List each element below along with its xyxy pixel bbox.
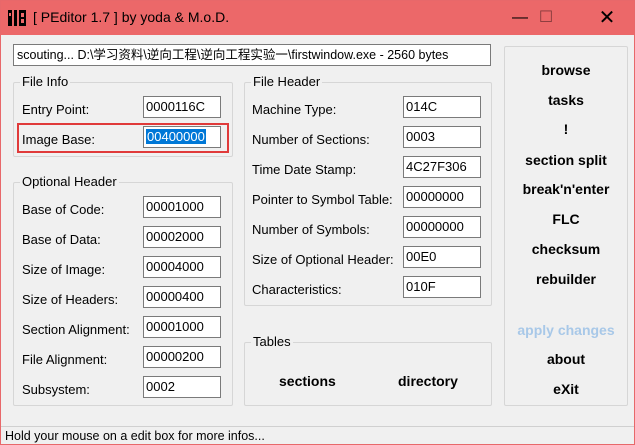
rebuilder-button[interactable]: rebuilder — [504, 270, 628, 288]
time-date-stamp-field[interactable]: 4C27F306 — [403, 156, 481, 178]
section-split-button[interactable]: section split — [504, 151, 628, 169]
peditor-window: [ PEditor 1.7 ] by yoda & M.o.D. — ☐ ✕ s… — [0, 0, 635, 445]
checksum-button[interactable]: checksum — [504, 240, 628, 258]
characteristics-label: Characteristics: — [252, 282, 342, 297]
browse-button[interactable]: browse — [504, 61, 628, 79]
file-info-title: File Info — [20, 74, 71, 90]
image-base-highlight — [17, 123, 229, 153]
title-bar[interactable]: [ PEditor 1.7 ] by yoda & M.o.D. — ☐ ✕ — [1, 1, 634, 35]
sections-button[interactable]: sections — [279, 372, 336, 390]
size-of-optional-header-field[interactable]: 00E0 — [403, 246, 481, 268]
base-of-code-label: Base of Code: — [22, 202, 105, 217]
optional-header-title: Optional Header — [20, 174, 119, 190]
base-of-code-field[interactable]: 00001000 — [143, 196, 221, 218]
size-of-optional-header-label: Size of Optional Header: — [252, 252, 394, 267]
entry-point-label: Entry Point: — [22, 102, 90, 117]
base-of-data-label: Base of Data: — [22, 232, 101, 247]
pointer-to-symbol-table-label: Pointer to Symbol Table: — [252, 192, 393, 207]
number-of-symbols-label: Number of Symbols: — [252, 222, 370, 237]
size-of-image-label: Size of Image: — [22, 262, 106, 277]
close-button[interactable]: ✕ — [584, 1, 630, 35]
size-of-headers-label: Size of Headers: — [22, 292, 119, 307]
machine-type-field[interactable]: 014C — [403, 96, 481, 118]
time-date-stamp-label: Time Date Stamp: — [252, 162, 357, 177]
file-alignment-label: File Alignment: — [22, 352, 108, 367]
tasks-button[interactable]: tasks — [504, 91, 628, 109]
section-alignment-field[interactable]: 00001000 — [143, 316, 221, 338]
size-of-image-field[interactable]: 00004000 — [143, 256, 221, 278]
section-alignment-label: Section Alignment: — [22, 322, 130, 337]
machine-type-label: Machine Type: — [252, 102, 337, 117]
exit-button[interactable]: eXit — [504, 380, 628, 398]
apply-changes-button[interactable]: apply changes — [504, 321, 628, 339]
break-n-enter-button[interactable]: break'n'enter — [504, 180, 628, 198]
entry-point-field[interactable]: 0000116C — [143, 96, 221, 118]
bang-button[interactable]: ! — [504, 120, 628, 138]
about-button[interactable]: about — [504, 350, 628, 368]
peditor-app-icon — [8, 10, 26, 26]
file-path-field[interactable]: scouting... D:\学习资料\逆向工程\逆向工程实验一\firstwi… — [13, 44, 491, 66]
status-bar: Hold your mouse on a edit box for more i… — [1, 426, 634, 444]
number-of-sections-label: Number of Sections: — [252, 132, 370, 147]
directory-button[interactable]: directory — [398, 372, 458, 390]
flc-button[interactable]: FLC — [504, 210, 628, 228]
file-header-title: File Header — [251, 74, 323, 90]
subsystem-field[interactable]: 0002 — [143, 376, 221, 398]
subsystem-label: Subsystem: — [22, 382, 90, 397]
characteristics-field[interactable]: 010F — [403, 276, 481, 298]
window-title: [ PEditor 1.7 ] by yoda & M.o.D. — [33, 9, 230, 25]
number-of-symbols-field[interactable]: 00000000 — [403, 216, 481, 238]
maximize-button[interactable]: ☐ — [523, 1, 569, 35]
number-of-sections-field[interactable]: 0003 — [403, 126, 481, 148]
size-of-headers-field[interactable]: 00000400 — [143, 286, 221, 308]
base-of-data-field[interactable]: 00002000 — [143, 226, 221, 248]
tables-title: Tables — [251, 334, 293, 350]
file-alignment-field[interactable]: 00000200 — [143, 346, 221, 368]
pointer-to-symbol-table-field[interactable]: 00000000 — [403, 186, 481, 208]
